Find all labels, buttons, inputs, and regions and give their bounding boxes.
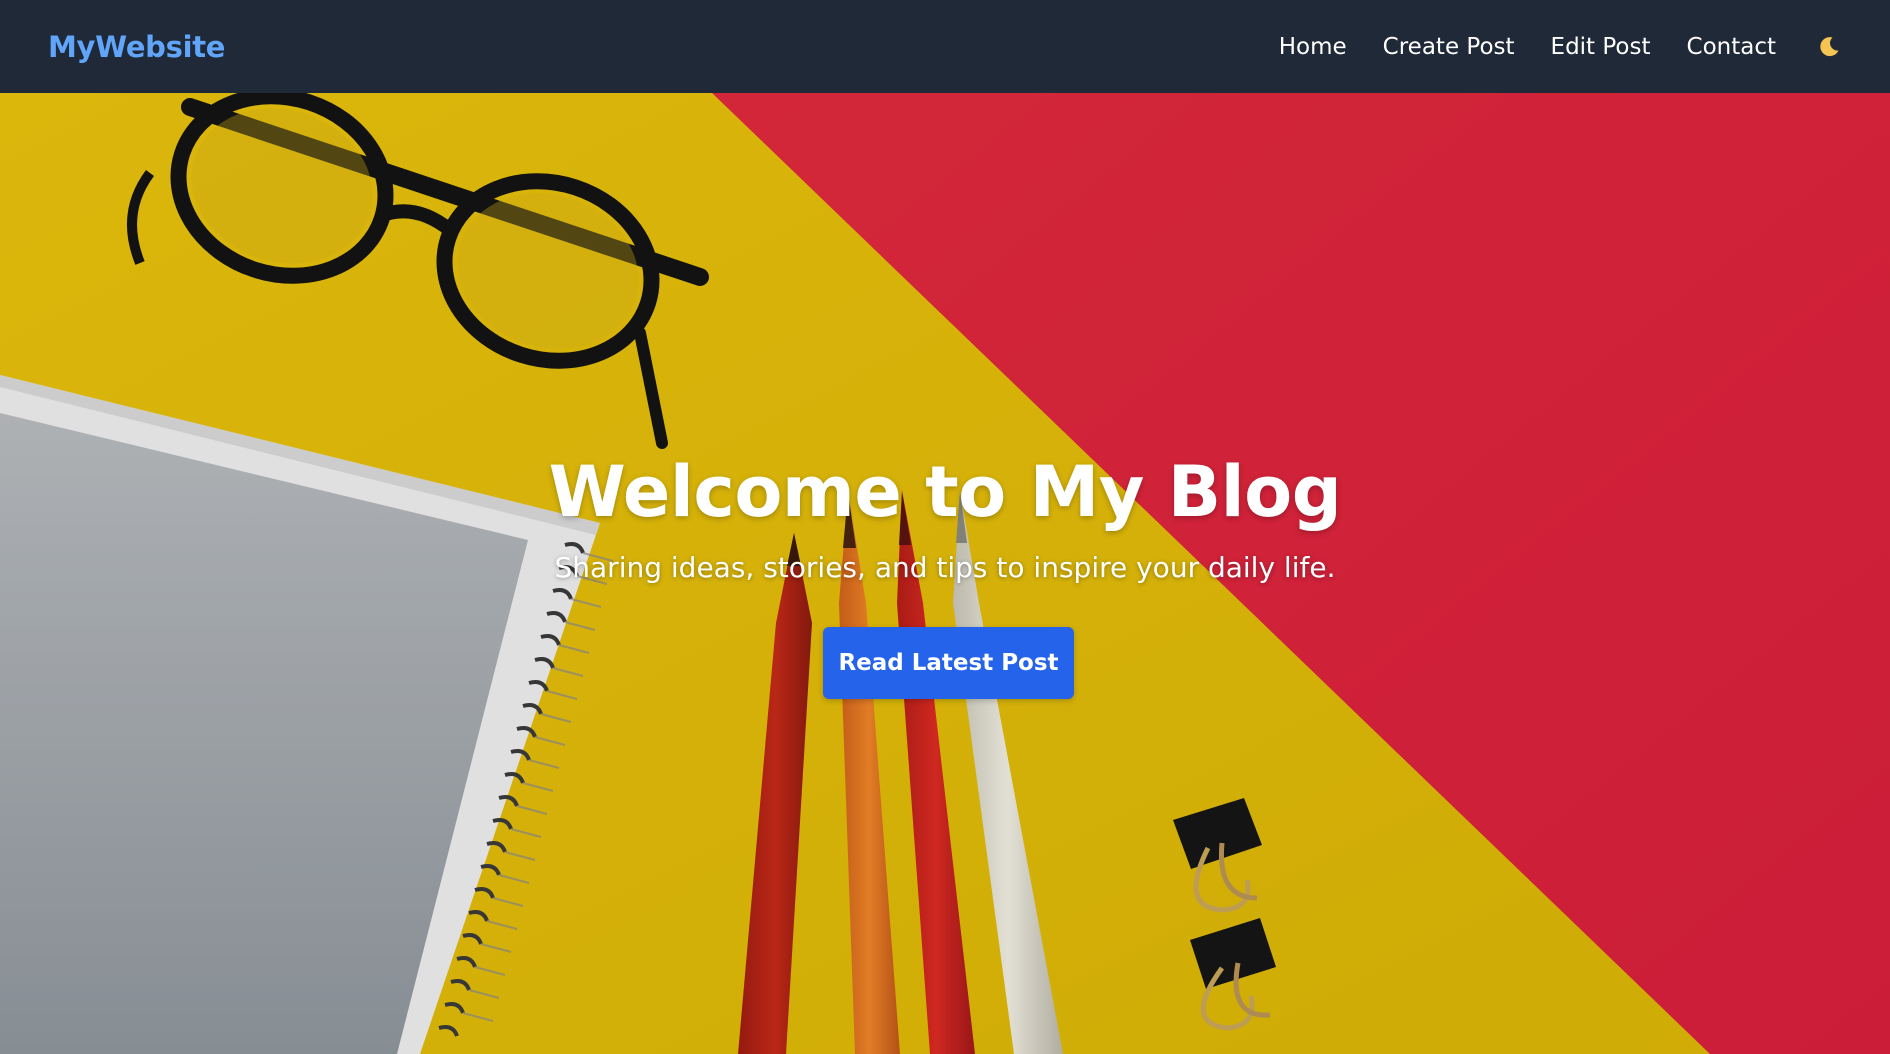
nav-menu: Home Create Post Edit Post Contact bbox=[1243, 34, 1842, 60]
navbar: MyWebsite Home Create Post Edit Post Con… bbox=[0, 0, 1890, 93]
brand-logo[interactable]: MyWebsite bbox=[48, 30, 225, 64]
nav-link-edit-post[interactable]: Edit Post bbox=[1551, 34, 1651, 60]
nav-link-home[interactable]: Home bbox=[1279, 34, 1347, 60]
hero-title: Welcome to My Blog bbox=[548, 451, 1342, 533]
nav-link-create-post[interactable]: Create Post bbox=[1383, 34, 1515, 60]
nav-link-contact[interactable]: Contact bbox=[1687, 34, 1776, 60]
moon-icon bbox=[1820, 36, 1839, 56]
hero-subtitle: Sharing ideas, stories, and tips to insp… bbox=[554, 551, 1336, 584]
read-latest-post-button[interactable]: Read Latest Post bbox=[823, 627, 1074, 699]
theme-toggle-button[interactable] bbox=[1816, 34, 1842, 60]
hero-section: Welcome to My Blog Sharing ideas, storie… bbox=[0, 93, 1890, 1054]
